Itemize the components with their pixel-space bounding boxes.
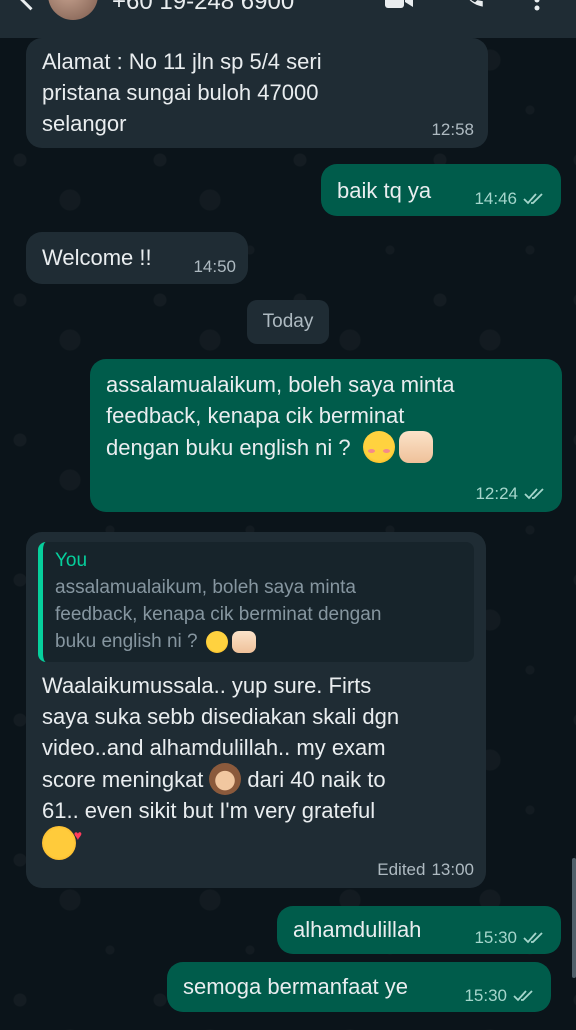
message-outgoing[interactable]: semoga bermanfaat ye 15:30 xyxy=(167,962,551,1012)
message-time: 15:30 xyxy=(464,986,507,1005)
message-meta: 12:24 xyxy=(475,484,548,504)
message-text: semoga bermanfaat ye xyxy=(183,974,409,999)
avatar[interactable] xyxy=(48,0,98,20)
message-incoming-reply[interactable]: You assalamualaikum, boleh saya minta fe… xyxy=(26,532,486,888)
message-text-line: pristana sungai buloh 47000 xyxy=(42,80,319,105)
message-text-line: video..and alhamdulillah.. my exam xyxy=(42,735,386,760)
more-options-icon[interactable] xyxy=(532,0,542,12)
message-outgoing[interactable]: assalamualaikum, boleh saya minta feedba… xyxy=(90,359,562,512)
message-text-line: dengan buku english ni ? xyxy=(106,434,351,460)
message-meta: 12:58 xyxy=(431,120,474,140)
relieved-face-icon xyxy=(205,630,228,653)
quote-text-line: feedback, kenapa cik berminat dengan xyxy=(55,604,382,625)
message-time: 15:30 xyxy=(474,928,517,947)
quote-text-line: assalamualaikum, boleh saya minta xyxy=(55,577,356,598)
message-text: Welcome !! xyxy=(42,245,152,270)
message-outgoing[interactable]: alhamdulillah 15:30 xyxy=(277,906,561,954)
message-text-line: 61.. even sikit but I'm very grateful xyxy=(42,798,376,823)
smiling-face-with-hearts-icon xyxy=(42,820,82,860)
message-meta: 15:30 xyxy=(474,928,547,948)
edited-label: Edited xyxy=(377,860,426,879)
message-text: baik tq ya xyxy=(337,178,432,203)
message-time: 14:50 xyxy=(193,257,236,276)
relieved-face-icon xyxy=(362,431,395,463)
message-outgoing[interactable]: baik tq ya 14:46 xyxy=(321,164,561,216)
voice-call-icon[interactable] xyxy=(460,0,486,12)
message-text-line: dari 40 naik to xyxy=(247,766,386,792)
message-text-line: selangor xyxy=(42,111,127,136)
read-ticks-icon xyxy=(513,990,533,1002)
quote-author: You xyxy=(55,550,88,571)
chat-header: +60 19-248 6900 xyxy=(0,0,576,38)
scrollbar[interactable] xyxy=(572,858,576,978)
message-text-line: Waalaikumussala.. yup sure. Firts xyxy=(42,673,372,698)
message-text: alhamdulillah xyxy=(293,917,422,942)
message-text-line: score meningkat xyxy=(42,766,204,792)
message-meta: 14:46 xyxy=(474,189,547,209)
back-arrow-icon[interactable] xyxy=(14,0,42,14)
read-ticks-icon xyxy=(524,488,544,500)
message-text-line: feedback, kenapa cik berminat xyxy=(106,403,405,428)
message-meta: 15:30 xyxy=(464,986,537,1006)
message-time: 13:00 xyxy=(431,860,474,879)
message-time: 12:24 xyxy=(475,484,518,503)
message-incoming[interactable]: Alamat : No 11 jln sp 5/4 seri pristana … xyxy=(26,38,488,148)
message-text-line: assalamualaikum, boleh saya minta xyxy=(106,372,455,397)
quoted-message[interactable]: You assalamualaikum, boleh saya minta fe… xyxy=(38,542,474,662)
contact-name[interactable]: +60 19-248 6900 xyxy=(112,0,294,16)
message-incoming[interactable]: Welcome !! 14:50 xyxy=(26,232,248,284)
raised-hands-icon xyxy=(231,630,256,653)
raised-hands-icon xyxy=(398,431,433,463)
read-ticks-icon xyxy=(523,193,543,205)
message-text-line: saya suka sebb disediakan skali dgn xyxy=(42,704,400,729)
message-time: 12:58 xyxy=(431,120,474,139)
video-call-icon[interactable] xyxy=(384,0,414,12)
message-text-line: Alamat : No 11 jln sp 5/4 seri xyxy=(42,49,322,74)
message-meta: 14:50 xyxy=(193,257,236,277)
message-time: 14:46 xyxy=(474,189,517,208)
message-meta: Edited 13:00 xyxy=(377,860,474,880)
date-divider: Today xyxy=(247,300,329,344)
see-no-evil-monkey-icon xyxy=(209,763,242,795)
quote-text-line: buku english ni ? xyxy=(55,631,198,652)
read-ticks-icon xyxy=(523,932,543,944)
